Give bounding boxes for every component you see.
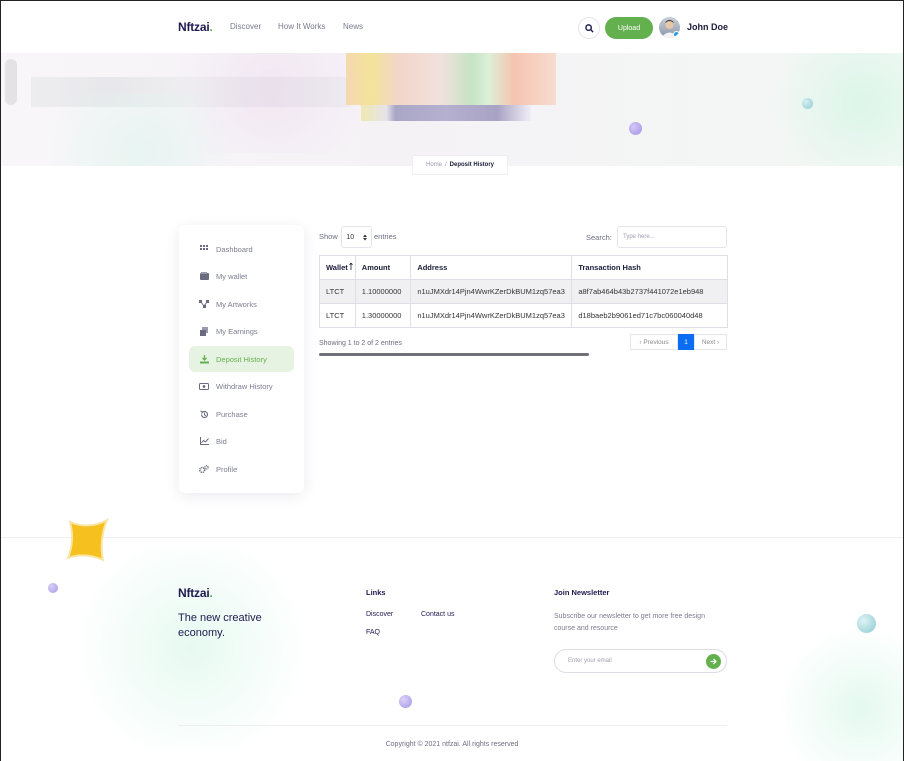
hero-banner: [1, 53, 903, 166]
breadcrumb-current: Deposit History: [449, 162, 495, 168]
sidebar-item-artworks[interactable]: My Artworks: [189, 291, 294, 317]
top-navbar: Nftzai. Discover How It Works News Uploa…: [1, 1, 903, 53]
page-size-select[interactable]: 10: [341, 226, 372, 248]
deposit-icon: [199, 354, 209, 364]
sidebar-item-label: Withdraw History: [216, 381, 273, 391]
table-row: LTCT 1.30000000 n1uJMXdr14Pjn4WwrKZerDkB…: [319, 303, 728, 328]
cell-wallet: LTCT: [319, 279, 356, 304]
decor-bubble: [802, 98, 813, 109]
card-icon: [199, 381, 209, 391]
sidebar-item-wallet[interactable]: My wallet: [189, 263, 294, 289]
stack-icon: [199, 326, 209, 336]
nav-how-it-works[interactable]: How It Works: [278, 22, 325, 31]
sidebar-item-label: My Artworks: [216, 299, 257, 309]
blurred-shape: [5, 59, 17, 105]
wallet-icon: [199, 271, 209, 281]
sort-arrows-icon: [362, 234, 367, 240]
table-row: LTCT 1.10000000 n1uJMXdr14Pjn4WwrKZerDkB…: [319, 279, 728, 304]
cell-amount: 1.10000000: [354, 279, 412, 304]
footer-logo[interactable]: Nftzai.: [178, 586, 213, 600]
search-icon: [584, 23, 594, 33]
search-button[interactable]: [578, 17, 600, 39]
column-header-transaction-hash[interactable]: Transaction Hash: [571, 255, 728, 280]
brand-logo[interactable]: Nftzai.: [178, 20, 213, 34]
nav-news[interactable]: News: [343, 22, 363, 31]
sidebar-item-purchase[interactable]: Purchase: [189, 401, 294, 427]
sidebar-item-deposit-history[interactable]: Deposit History: [189, 346, 294, 372]
search-placeholder: Type here...: [623, 234, 655, 240]
pagination-next[interactable]: Next ›: [694, 334, 727, 350]
column-header-amount[interactable]: Amount: [354, 255, 412, 280]
newsletter-email-input[interactable]: Enter your email: [554, 649, 727, 673]
table-info: Showing 1 to 2 of 2 entries: [319, 340, 402, 347]
glow-shape: [21, 93, 261, 166]
deposit-table: Wallet Amount Address Transaction Hash L…: [319, 255, 728, 328]
page-size-value: 10: [346, 233, 355, 241]
sidebar-item-dashboard[interactable]: Dashboard: [189, 236, 294, 262]
search-label: Search:: [586, 233, 612, 242]
glow-shape: [761, 53, 903, 166]
breadcrumb-separator: /: [445, 162, 447, 168]
sidebar-item-bid[interactable]: Bid: [189, 428, 294, 454]
glow-shape: [41, 548, 341, 748]
footer-divider: [178, 725, 727, 726]
sidebar-item-label: Dashboard: [216, 244, 253, 254]
footer-link-contact[interactable]: Contact us: [421, 611, 454, 618]
decor-bubble: [629, 122, 642, 135]
sort-icon: [349, 262, 353, 270]
user-name[interactable]: John Doe: [687, 22, 728, 32]
entries-label: entries: [374, 232, 397, 241]
chart-icon: [199, 436, 209, 446]
breadcrumb-home[interactable]: Home: [426, 162, 442, 168]
decor-bubble: [857, 614, 876, 633]
subscribe-button[interactable]: [706, 654, 721, 669]
column-header-address[interactable]: Address: [410, 255, 573, 280]
email-placeholder: Enter your email: [568, 658, 612, 664]
decor-bubble: [399, 695, 412, 708]
sidebar-item-label: Bid: [216, 436, 227, 446]
newsletter-heading: Join Newsletter: [554, 588, 610, 597]
cell-wallet: LTCT: [319, 303, 356, 328]
links-heading: Links: [366, 588, 386, 597]
newsletter-description: Subscribe our newsletter to get more fre…: [554, 613, 705, 632]
copyright: Copyright © 2021 ntfzai. All rights rese…: [385, 741, 519, 748]
cell-amount: 1.30000000: [354, 303, 412, 328]
history-icon: [199, 409, 209, 419]
footer-link-discover[interactable]: Discover: [366, 611, 393, 618]
gears-icon: [199, 464, 209, 474]
arrow-right-icon: [710, 658, 717, 665]
cell-address: n1uJMXdr14Pjn4WwrKZerDkBUM1zq57ea3: [410, 303, 573, 328]
account-sidebar: Dashboard My wallet My Artworks My Earni…: [179, 225, 304, 493]
footer: [1, 537, 903, 761]
nav-discover[interactable]: Discover: [230, 22, 261, 31]
column-header-wallet[interactable]: Wallet: [319, 255, 356, 280]
footer-link-faq[interactable]: FAQ: [366, 629, 380, 636]
breadcrumb: Home / Deposit History: [412, 155, 508, 175]
sidebar-item-label: Profile: [216, 464, 238, 474]
deposit-table-container[interactable]: Wallet Amount Address Transaction Hash L…: [319, 255, 728, 328]
verified-badge-icon: [673, 31, 680, 38]
network-icon: [199, 299, 209, 309]
footer-tagline: The new creative economy.: [178, 612, 262, 639]
sidebar-item-label: Purchase: [216, 409, 248, 419]
pagination-previous[interactable]: ‹ Previous: [630, 334, 678, 350]
decor-bubble: [48, 583, 58, 593]
show-label: Show: [319, 232, 338, 241]
cell-transaction-hash: d18baeb2b9061ed71c7bc060040d48: [571, 303, 728, 328]
pagination-page-1[interactable]: 1: [678, 334, 694, 350]
table-search-input[interactable]: Type here...: [617, 226, 727, 248]
sidebar-item-label: Deposit History: [216, 354, 267, 364]
grid-icon: [199, 244, 209, 254]
cell-transaction-hash: a8f7ab464b43b2737f441072e1eb948: [571, 279, 728, 304]
sidebar-item-withdraw-history[interactable]: Withdraw History: [189, 373, 294, 399]
sidebar-item-label: My wallet: [216, 271, 248, 281]
sidebar-item-profile[interactable]: Profile: [189, 456, 294, 482]
avatar[interactable]: [659, 17, 680, 38]
sparkle-icon: [66, 517, 109, 562]
upload-button[interactable]: Upload: [605, 17, 653, 39]
horizontal-scrollbar[interactable]: [319, 353, 589, 356]
cell-address: n1uJMXdr14Pjn4WwrKZerDkBUM1zq57ea3: [410, 279, 573, 304]
sidebar-item-label: My Earnings: [216, 326, 258, 336]
sidebar-item-earnings[interactable]: My Earnings: [189, 318, 294, 344]
